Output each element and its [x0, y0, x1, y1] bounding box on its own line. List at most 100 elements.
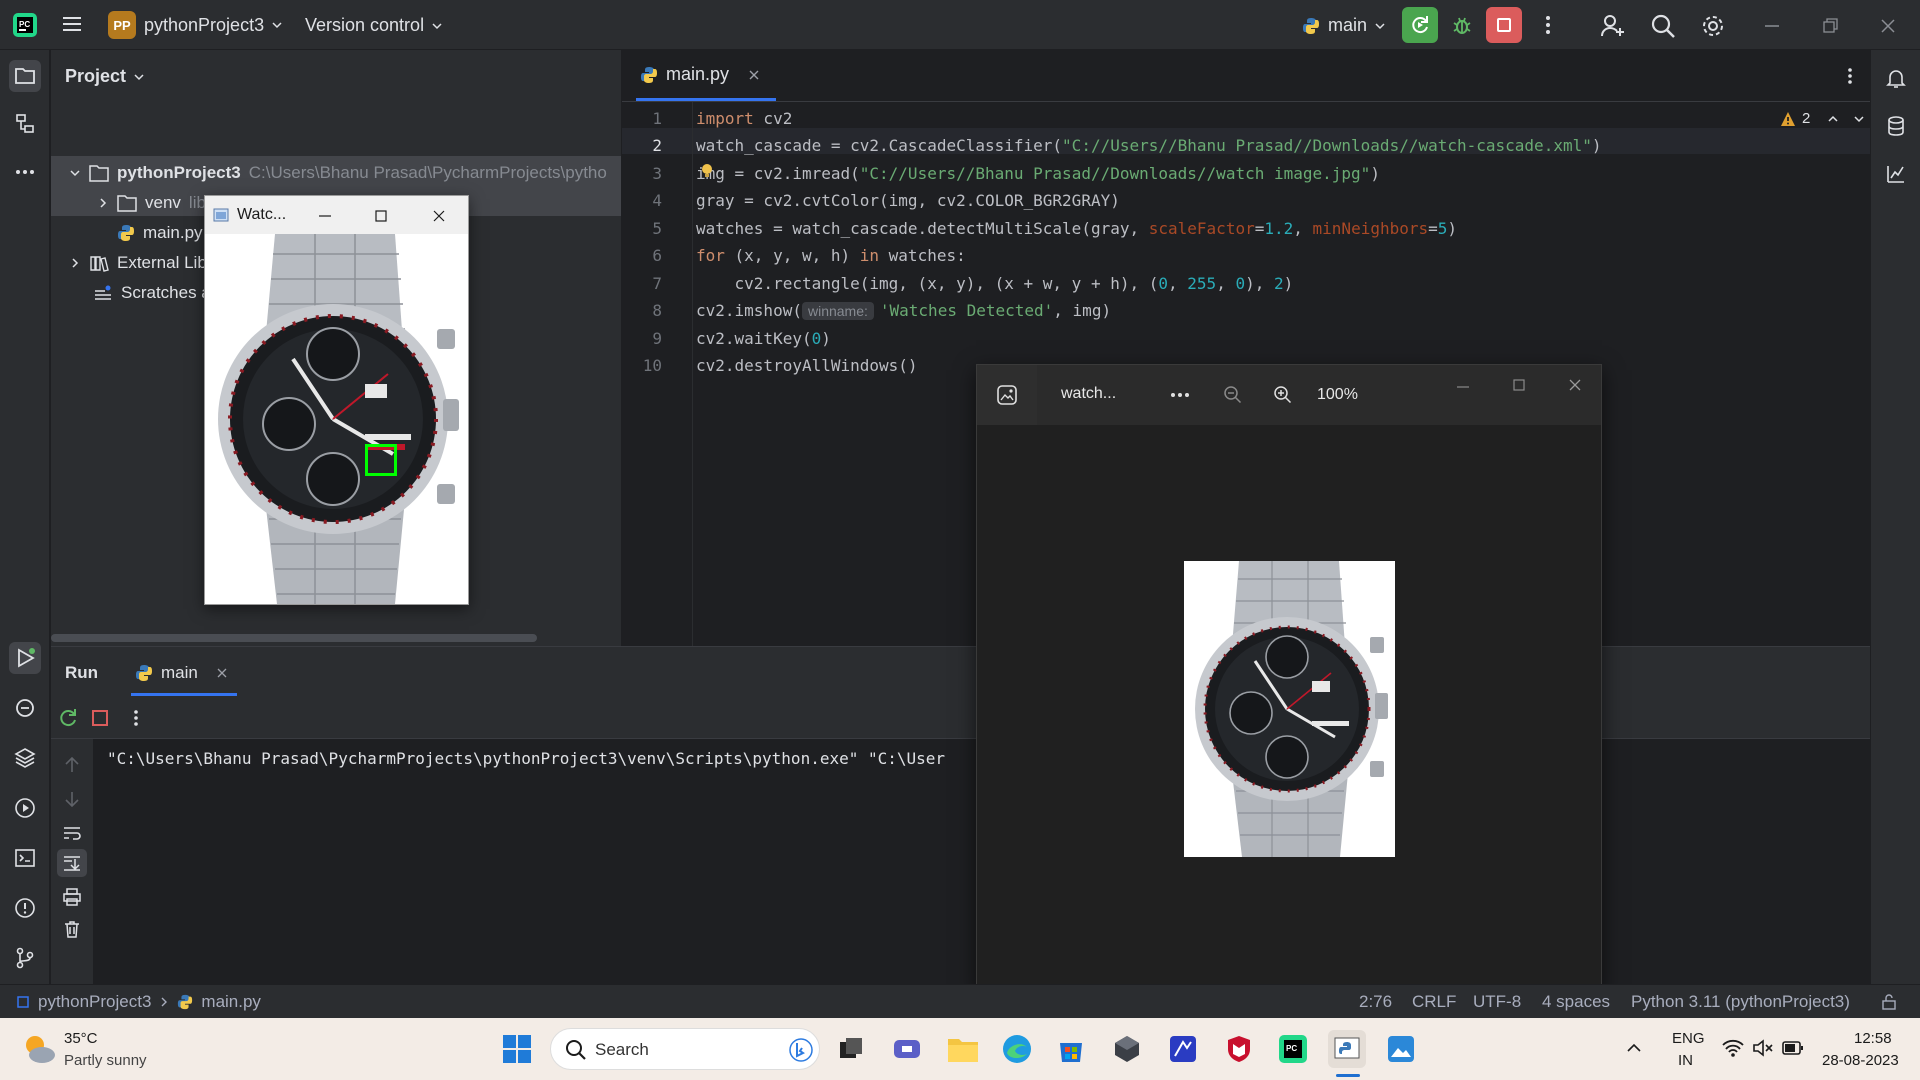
- photos-app-tab[interactable]: [977, 365, 1037, 425]
- close-icon[interactable]: [1567, 377, 1583, 393]
- file-explorer-app[interactable]: [944, 1030, 982, 1068]
- weather-icon[interactable]: [20, 1030, 58, 1068]
- settings-gear-icon[interactable]: [1700, 13, 1726, 39]
- indent-setting[interactable]: 4 spaces: [1542, 992, 1610, 1012]
- opencv-window-titlebar[interactable]: Watc...: [205, 196, 468, 234]
- close-tab-icon[interactable]: [216, 667, 228, 679]
- chevron-up-icon[interactable]: [1826, 112, 1840, 126]
- battery-icon[interactable]: [1782, 1040, 1804, 1056]
- main-menu-icon[interactable]: [60, 12, 84, 36]
- soft-wrap-icon[interactable]: [62, 823, 82, 843]
- zoom-out-icon[interactable]: [1223, 385, 1243, 405]
- photos-viewer-window[interactable]: watch... 100%: [976, 364, 1602, 990]
- horizontal-scrollbar[interactable]: [51, 634, 537, 642]
- language-region[interactable]: IN: [1678, 1052, 1693, 1069]
- clock-date[interactable]: 28-08-2023: [1822, 1052, 1899, 1069]
- caret-position[interactable]: 2:76: [1359, 992, 1392, 1012]
- close-icon[interactable]: [1878, 16, 1898, 36]
- database-icon[interactable]: [1880, 110, 1912, 142]
- language-code[interactable]: ENG: [1672, 1030, 1705, 1047]
- tree-item-external-libraries[interactable]: External Lib: [69, 248, 207, 278]
- trash-icon[interactable]: [62, 919, 82, 939]
- opencv-watch-window[interactable]: Watc...: [204, 195, 469, 605]
- stop-button[interactable]: [1486, 7, 1522, 43]
- rerun-button[interactable]: [1402, 7, 1438, 43]
- edge-browser-app[interactable]: [998, 1030, 1036, 1068]
- run-tab-main[interactable]: main: [135, 663, 228, 683]
- close-tab-icon[interactable]: [747, 68, 761, 82]
- mcafee-app[interactable]: [1220, 1030, 1258, 1068]
- maximize-icon[interactable]: [1511, 377, 1527, 393]
- terminal-icon[interactable]: [9, 842, 41, 874]
- weather-description[interactable]: Partly sunny: [64, 1052, 147, 1069]
- python-running-app[interactable]: [1328, 1030, 1366, 1068]
- rerun-icon[interactable]: [57, 707, 79, 729]
- zoom-in-icon[interactable]: [1273, 385, 1293, 405]
- start-button[interactable]: [498, 1030, 536, 1068]
- git-icon[interactable]: [9, 942, 41, 974]
- minimize-icon[interactable]: [317, 208, 333, 224]
- tree-item-scratches[interactable]: Scratches a: [93, 278, 211, 308]
- inspection-widget[interactable]: 2: [1780, 110, 1866, 127]
- breadcrumb-file[interactable]: main.py: [201, 992, 261, 1012]
- stop-icon[interactable]: [91, 709, 109, 727]
- notifications-bell-icon[interactable]: [1880, 62, 1912, 94]
- add-user-icon[interactable]: [1600, 13, 1626, 39]
- project-switcher[interactable]: PP pythonProject3: [108, 11, 282, 39]
- minimize-icon[interactable]: [1762, 16, 1782, 36]
- volume-muted-icon[interactable]: [1752, 1038, 1774, 1058]
- restore-icon[interactable]: [1820, 16, 1840, 36]
- store-app[interactable]: [1052, 1030, 1090, 1068]
- python-icon: [136, 665, 152, 681]
- breadcrumb-project[interactable]: pythonProject3: [38, 992, 151, 1012]
- more-options-icon[interactable]: [131, 708, 141, 728]
- tree-item-label: External Lib: [117, 253, 207, 272]
- search-icon[interactable]: [1650, 13, 1676, 39]
- debug-button[interactable]: [1444, 7, 1480, 43]
- more-actions-icon[interactable]: [1538, 13, 1558, 37]
- powerautomate-app[interactable]: [1164, 1030, 1202, 1068]
- version-control-menu[interactable]: Version control: [305, 15, 442, 36]
- maximize-icon[interactable]: [373, 208, 389, 224]
- services-icon[interactable]: [9, 792, 41, 824]
- close-icon[interactable]: [431, 208, 447, 224]
- clock-time[interactable]: 12:58: [1854, 1030, 1892, 1047]
- chevron-up-icon[interactable]: [1626, 1040, 1642, 1056]
- sciview-icon[interactable]: [1880, 158, 1912, 190]
- pycharm-taskbar-app[interactable]: PC: [1274, 1030, 1312, 1068]
- photos-taskbar-app[interactable]: [1382, 1030, 1420, 1068]
- editor-tab-main-py[interactable]: main.py: [640, 64, 761, 85]
- wifi-icon[interactable]: [1722, 1038, 1744, 1058]
- run-tool-icon[interactable]: [9, 642, 41, 674]
- project-panel-header[interactable]: Project: [65, 66, 144, 87]
- print-icon[interactable]: [62, 887, 82, 907]
- file-encoding[interactable]: UTF-8: [1473, 992, 1521, 1012]
- run-config-selector[interactable]: main: [1302, 15, 1385, 36]
- taskbar-search-box[interactable]: Search: [550, 1028, 820, 1070]
- teams-app[interactable]: [888, 1030, 926, 1068]
- unity-app[interactable]: [1108, 1030, 1146, 1068]
- tree-item-project-root[interactable]: pythonProject3 C:\Users\Bhanu Prasad\Pyc…: [69, 158, 607, 188]
- minimize-icon[interactable]: [1455, 379, 1471, 395]
- task-view-button[interactable]: [832, 1030, 870, 1068]
- project-tool-icon[interactable]: [9, 60, 41, 92]
- readonly-lock-icon[interactable]: [1880, 993, 1898, 1011]
- python-packages-icon[interactable]: [9, 742, 41, 774]
- arrow-up-icon[interactable]: [62, 755, 82, 775]
- library-icon: [90, 256, 109, 272]
- python-interpreter[interactable]: Python 3.11 (pythonProject3): [1631, 992, 1850, 1012]
- chevron-down-icon[interactable]: [1852, 112, 1866, 126]
- editor-more-icon[interactable]: [1844, 66, 1856, 86]
- weather-temperature[interactable]: 35°C: [64, 1030, 98, 1047]
- line-separator[interactable]: CRLF: [1412, 992, 1456, 1012]
- more-tools-icon[interactable]: [9, 156, 41, 188]
- problems-icon[interactable]: [9, 892, 41, 924]
- tree-item-main-py[interactable]: main.py: [117, 218, 203, 248]
- scroll-to-end-button[interactable]: [57, 849, 87, 877]
- more-options-icon[interactable]: [1169, 387, 1191, 403]
- photos-titlebar[interactable]: watch... 100%: [977, 365, 1601, 425]
- arrow-down-icon[interactable]: [62, 789, 82, 809]
- structure-tool-icon[interactable]: [9, 108, 41, 140]
- python-console-icon[interactable]: [9, 692, 41, 724]
- intention-bulb-icon[interactable]: [700, 162, 714, 180]
